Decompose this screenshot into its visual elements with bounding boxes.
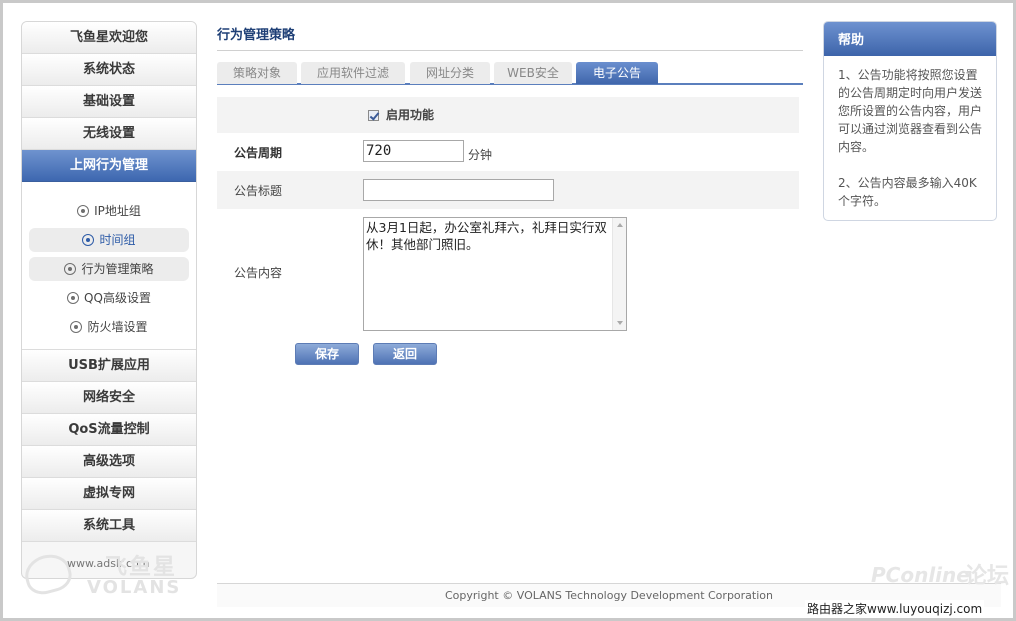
- save-button[interactable]: 保存: [295, 343, 359, 365]
- radio-ring-icon: [77, 205, 90, 217]
- menu-item-welcome[interactable]: 飞鱼星欢迎您: [22, 22, 196, 54]
- help-body: 1、公告功能将按照您设置的公告周期定时向用户发送您所设置的公告内容，用户可以通过…: [824, 56, 996, 210]
- help-paragraph: 1、公告功能将按照您设置的公告周期定时向用户发送您所设置的公告内容，用户可以通过…: [838, 68, 983, 154]
- watermark-forum: 论坛: [965, 564, 1010, 589]
- title-row: 公告标题: [217, 171, 799, 209]
- help-paragraph: 2、公告内容最多输入40K个字符。: [838, 176, 977, 208]
- content-label: 公告内容: [234, 266, 283, 280]
- radio-ring-icon: [67, 292, 80, 304]
- tab-url-category[interactable]: 网址分类: [410, 62, 490, 84]
- submenu-item-behavior-policy[interactable]: 行为管理策略: [29, 257, 189, 281]
- submenu-item-label: QQ高级设置: [84, 291, 151, 305]
- submenu-item-time-group[interactable]: 时间组: [29, 228, 189, 252]
- period-row: 公告周期 分钟: [217, 133, 799, 171]
- tab-web-security[interactable]: WEB安全: [494, 62, 572, 84]
- scroll-down-icon[interactable]: [617, 321, 623, 325]
- enable-row: 启用功能: [217, 97, 799, 133]
- menu-item-usb[interactable]: USB扩展应用: [22, 350, 196, 382]
- buttons-row: 保存 返回: [217, 337, 799, 377]
- menu-item-advanced[interactable]: 高级选项: [22, 446, 196, 478]
- content-row: 公告内容 从3月1日起，办公室礼拜六，礼拜日实行双休！其他部门照旧。: [217, 209, 799, 337]
- menu-item-qos[interactable]: QoS流量控制: [22, 414, 196, 446]
- submenu-item-label: 时间组: [99, 233, 136, 247]
- period-unit: 分钟: [468, 148, 493, 162]
- radio-ring-icon: [82, 234, 95, 246]
- tab-bar: 策略对象 应用软件过滤 网址分类 WEB安全 电子公告: [217, 62, 803, 85]
- title-input[interactable]: [363, 179, 554, 201]
- title-label: 公告标题: [234, 184, 283, 198]
- menu-item-vpn[interactable]: 虚拟专网: [22, 478, 196, 510]
- watermark-site: 路由器之家www.luyouqizj.com: [805, 600, 985, 617]
- enable-label: 启用功能: [386, 108, 435, 122]
- submenu-item-label: IP地址组: [94, 204, 141, 218]
- menu-item-network-security[interactable]: 网络安全: [22, 382, 196, 414]
- submenu-item-ip-group[interactable]: IP地址组: [29, 199, 189, 223]
- menu-item-system-tools[interactable]: 系统工具: [22, 510, 196, 542]
- watermark-pconline: PConline: [871, 563, 970, 587]
- tab-bulletin[interactable]: 电子公告: [576, 62, 658, 84]
- content-textarea[interactable]: 从3月1日起，办公室礼拜六，礼拜日实行双休！其他部门照旧。: [363, 217, 627, 331]
- menu-item-basic-settings[interactable]: 基础设置: [22, 86, 196, 118]
- page-title: 行为管理策略: [217, 21, 803, 51]
- bulletin-form: 启用功能 公告周期 分钟 公告标题 公告内容 从3月1日起，办公室礼拜六，礼拜日…: [217, 97, 799, 377]
- menu-item-wireless-settings[interactable]: 无线设置: [22, 118, 196, 150]
- tab-app-filter[interactable]: 应用软件过滤: [301, 62, 405, 84]
- submenu-item-qq-advanced[interactable]: QQ高级设置: [29, 286, 189, 310]
- menu-item-system-status[interactable]: 系统状态: [22, 54, 196, 86]
- submenu-item-label: 行为管理策略: [81, 262, 154, 276]
- menu-item-behavior-management[interactable]: 上网行为管理: [22, 150, 196, 182]
- submenu-item-label: 防火墙设置: [87, 320, 148, 334]
- enable-checkbox[interactable]: [368, 110, 379, 121]
- main-panel: 行为管理策略 策略对象 应用软件过滤 网址分类 WEB安全 电子公告 启用功能 …: [217, 21, 803, 377]
- app-window: 飞鱼星欢迎您 系统状态 基础设置 无线设置 上网行为管理 IP地址组 时间组 行…: [0, 0, 1016, 621]
- radio-ring-icon: [70, 321, 83, 333]
- logo-brand-en: VOLANS: [87, 577, 182, 598]
- sidebar: 飞鱼星欢迎您 系统状态 基础设置 无线设置 上网行为管理 IP地址组 时间组 行…: [21, 21, 197, 579]
- radio-ring-icon: [64, 263, 77, 275]
- tab-policy-object[interactable]: 策略对象: [217, 62, 297, 84]
- content-text: 从3月1日起，办公室礼拜六，礼拜日实行双休！其他部门照旧。: [366, 220, 607, 252]
- help-title: 帮助: [824, 22, 996, 56]
- back-button[interactable]: 返回: [373, 343, 437, 365]
- period-input[interactable]: [363, 140, 464, 162]
- behavior-submenu: IP地址组 时间组 行为管理策略 QQ高级设置 防火墙设置: [22, 182, 196, 350]
- help-panel: 帮助 1、公告功能将按照您设置的公告周期定时向用户发送您所设置的公告内容，用户可…: [823, 21, 997, 221]
- submenu-item-firewall[interactable]: 防火墙设置: [29, 315, 189, 339]
- scroll-up-icon[interactable]: [617, 223, 623, 227]
- textarea-scrollbar[interactable]: [612, 218, 626, 330]
- period-label: 公告周期: [234, 146, 283, 160]
